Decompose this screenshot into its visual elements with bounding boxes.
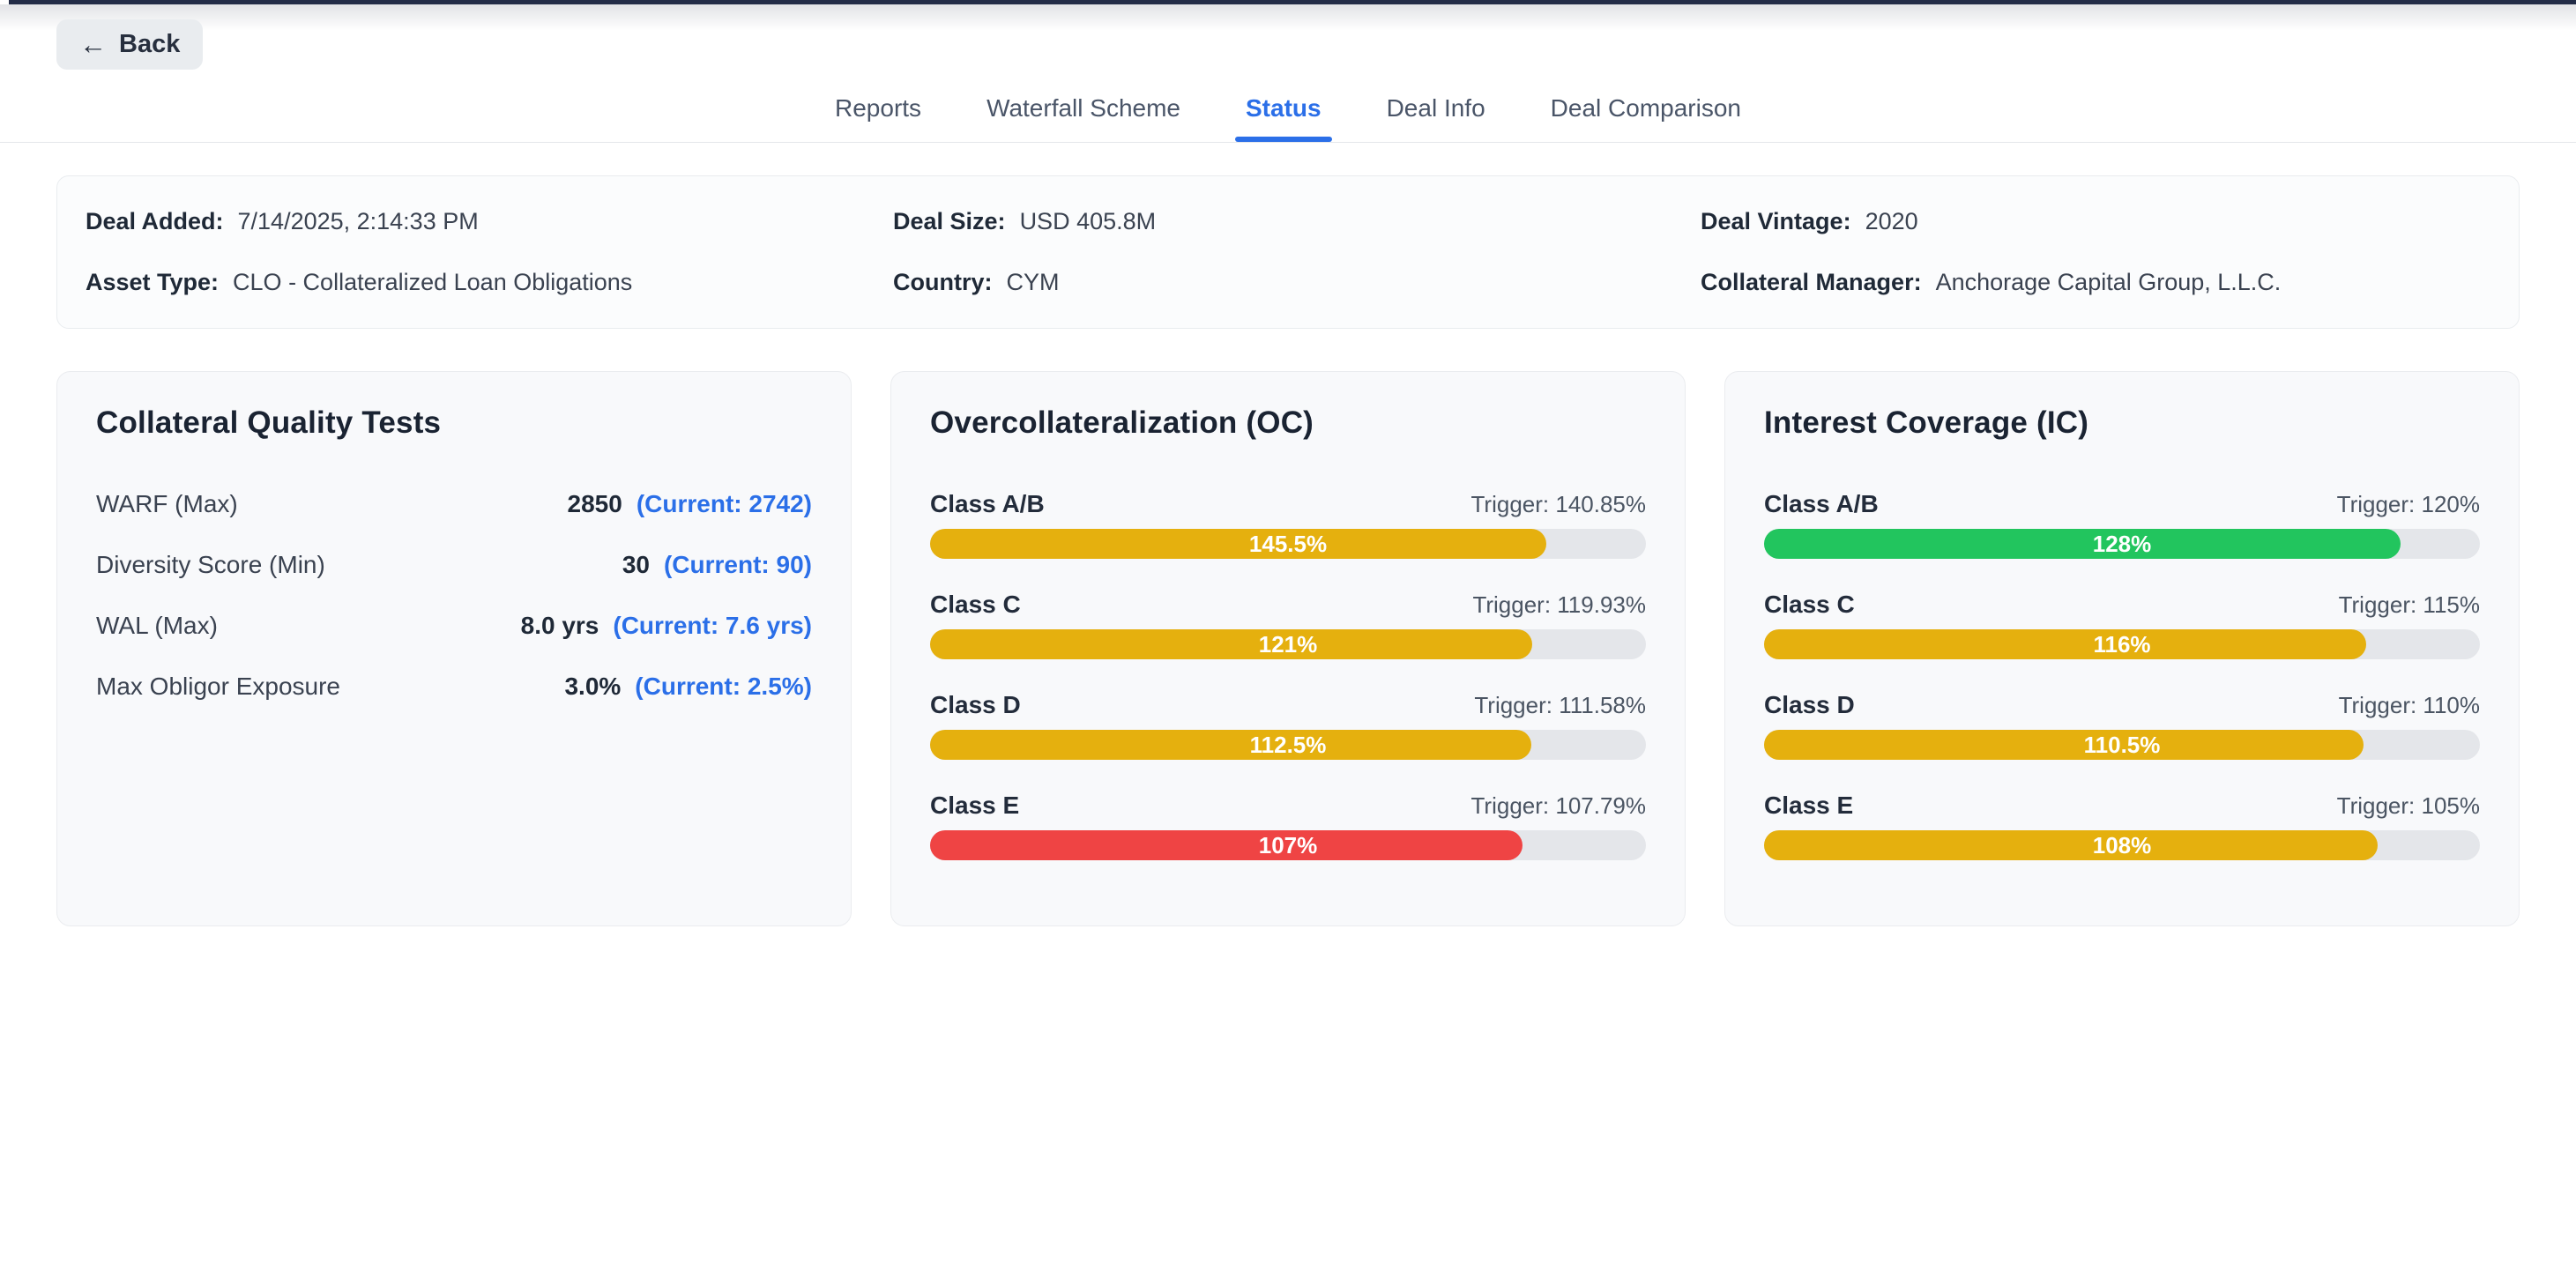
tab-deal-info[interactable]: Deal Info — [1383, 94, 1489, 142]
cqt-warf-limit: 2850 — [568, 490, 622, 518]
cqt-row-max-obligor: Max Obligor Exposure 3.0% (Current: 2.5%… — [96, 673, 812, 701]
ic-class-c-label: Class C — [1764, 591, 1855, 619]
back-arrow-icon: ← — [79, 31, 107, 58]
ic-class-ab-progress-bar: 128% — [1764, 529, 2480, 559]
ic-class-e-block: Class E Trigger: 105% 108% — [1764, 792, 2480, 860]
tab-reports[interactable]: Reports — [831, 94, 925, 142]
deal-size-value: USD 405.8M — [1020, 208, 1157, 235]
cqt-diversity-limit: 30 — [622, 551, 650, 579]
ic-class-d-label: Class D — [1764, 691, 1855, 719]
cqt-row-warf: WARF (Max) 2850 (Current: 2742) — [96, 490, 812, 518]
page-header: ← Back Reports Waterfall Scheme Status D… — [0, 0, 2576, 143]
cqt-wal-label: WAL (Max) — [96, 612, 218, 640]
oc-class-e-trigger: Trigger: 107.79% — [1471, 792, 1646, 820]
asset-type-field: Asset Type: CLO - Collateralized Loan Ob… — [86, 269, 875, 296]
interest-coverage-card: Interest Coverage (IC) Class A/B Trigger… — [1724, 371, 2520, 926]
ic-class-c-bar-value: 116% — [1764, 629, 2480, 659]
oc-class-d-progress-bar: 112.5% — [930, 730, 1646, 760]
oc-class-c-progress-bar: 121% — [930, 629, 1646, 659]
ic-class-e-label: Class E — [1764, 792, 1853, 820]
deal-added-value: 7/14/2025, 2:14:33 PM — [238, 208, 479, 235]
tab-deal-comparison[interactable]: Deal Comparison — [1547, 94, 1745, 142]
back-button-label: Back — [119, 30, 180, 59]
ic-class-d-block: Class D Trigger: 110% 110.5% — [1764, 691, 2480, 760]
main-content: Deal Added: 7/14/2025, 2:14:33 PM Deal S… — [0, 175, 2576, 926]
oc-class-d-trigger: Trigger: 111.58% — [1474, 692, 1646, 719]
oc-class-e-progress-bar: 107% — [930, 830, 1646, 860]
cqt-diversity-label: Diversity Score (Min) — [96, 551, 325, 579]
oc-class-c-block: Class C Trigger: 119.93% 121% — [930, 591, 1646, 659]
oc-class-c-trigger: Trigger: 119.93% — [1472, 591, 1646, 619]
ic-class-d-progress-bar: 110.5% — [1764, 730, 2480, 760]
deal-added-label: Deal Added: — [86, 208, 224, 235]
cqt-warf-label: WARF (Max) — [96, 490, 238, 518]
cqt-wal-current: (Current: 7.6 yrs) — [613, 612, 812, 640]
cqt-diversity-current: (Current: 90) — [664, 551, 812, 579]
oc-class-e-block: Class E Trigger: 107.79% 107% — [930, 792, 1646, 860]
ic-class-e-progress-bar: 108% — [1764, 830, 2480, 860]
oc-class-ab-progress-bar: 145.5% — [930, 529, 1646, 559]
cqt-max-obligor-current: (Current: 2.5%) — [635, 673, 812, 701]
cqt-card-title: Collateral Quality Tests — [96, 405, 812, 441]
ic-class-ab-block: Class A/B Trigger: 120% 128% — [1764, 490, 2480, 559]
window-title-strip — [9, 0, 2576, 4]
oc-class-c-label: Class C — [930, 591, 1021, 619]
oc-class-e-label: Class E — [930, 792, 1019, 820]
test-cards-row: Collateral Quality Tests WARF (Max) 2850… — [56, 371, 2520, 926]
overcollateralization-card: Overcollateralization (OC) Class A/B Tri… — [890, 371, 1686, 926]
collateral-manager-label: Collateral Manager: — [1701, 269, 1922, 296]
ic-class-ab-trigger: Trigger: 120% — [2337, 491, 2480, 518]
cqt-row-diversity: Diversity Score (Min) 30 (Current: 90) — [96, 551, 812, 579]
collateral-manager-field: Collateral Manager: Anchorage Capital Gr… — [1701, 269, 2490, 296]
ic-class-c-block: Class C Trigger: 115% 116% — [1764, 591, 2480, 659]
country-value: CYM — [1006, 269, 1059, 296]
oc-card-title: Overcollateralization (OC) — [930, 405, 1646, 441]
oc-class-ab-bar-value: 145.5% — [930, 529, 1646, 559]
ic-class-ab-label: Class A/B — [1764, 490, 1879, 518]
deal-added-field: Deal Added: 7/14/2025, 2:14:33 PM — [86, 208, 875, 235]
oc-class-ab-trigger: Trigger: 140.85% — [1471, 491, 1646, 518]
ic-class-ab-bar-value: 128% — [1764, 529, 2480, 559]
country-label: Country: — [893, 269, 992, 296]
asset-type-label: Asset Type: — [86, 269, 219, 296]
ic-class-c-trigger: Trigger: 115% — [2339, 591, 2480, 619]
ic-class-d-trigger: Trigger: 110% — [2339, 692, 2480, 719]
deal-vintage-field: Deal Vintage: 2020 — [1701, 208, 2490, 235]
oc-class-ab-block: Class A/B Trigger: 140.85% 145.5% — [930, 490, 1646, 559]
cqt-max-obligor-label: Max Obligor Exposure — [96, 673, 340, 701]
oc-class-e-bar-value: 107% — [930, 830, 1646, 860]
deal-summary-bar: Deal Added: 7/14/2025, 2:14:33 PM Deal S… — [56, 175, 2520, 329]
oc-class-d-label: Class D — [930, 691, 1021, 719]
tab-bar: Reports Waterfall Scheme Status Deal Inf… — [0, 94, 2576, 142]
tab-waterfall-scheme[interactable]: Waterfall Scheme — [983, 94, 1184, 142]
ic-class-d-bar-value: 110.5% — [1764, 730, 2480, 760]
oc-class-c-bar-value: 121% — [930, 629, 1646, 659]
deal-size-label: Deal Size: — [893, 208, 1006, 235]
oc-class-ab-label: Class A/B — [930, 490, 1045, 518]
country-field: Country: CYM — [893, 269, 1683, 296]
cqt-wal-limit: 8.0 yrs — [521, 612, 599, 640]
tab-status[interactable]: Status — [1242, 94, 1325, 142]
collateral-manager-value: Anchorage Capital Group, L.L.C. — [1936, 269, 2282, 296]
oc-class-d-block: Class D Trigger: 111.58% 112.5% — [930, 691, 1646, 760]
cqt-max-obligor-limit: 3.0% — [564, 673, 621, 701]
cqt-row-wal: WAL (Max) 8.0 yrs (Current: 7.6 yrs) — [96, 612, 812, 640]
ic-class-e-trigger: Trigger: 105% — [2337, 792, 2480, 820]
deal-size-field: Deal Size: USD 405.8M — [893, 208, 1683, 235]
ic-class-e-bar-value: 108% — [1764, 830, 2480, 860]
asset-type-value: CLO - Collateralized Loan Obligations — [233, 269, 632, 296]
deal-vintage-label: Deal Vintage: — [1701, 208, 1851, 235]
oc-class-d-bar-value: 112.5% — [930, 730, 1646, 760]
back-button[interactable]: ← Back — [56, 19, 203, 70]
collateral-quality-tests-card: Collateral Quality Tests WARF (Max) 2850… — [56, 371, 852, 926]
ic-class-c-progress-bar: 116% — [1764, 629, 2480, 659]
cqt-warf-current: (Current: 2742) — [637, 490, 812, 518]
ic-card-title: Interest Coverage (IC) — [1764, 405, 2480, 441]
deal-vintage-value: 2020 — [1865, 208, 1918, 235]
